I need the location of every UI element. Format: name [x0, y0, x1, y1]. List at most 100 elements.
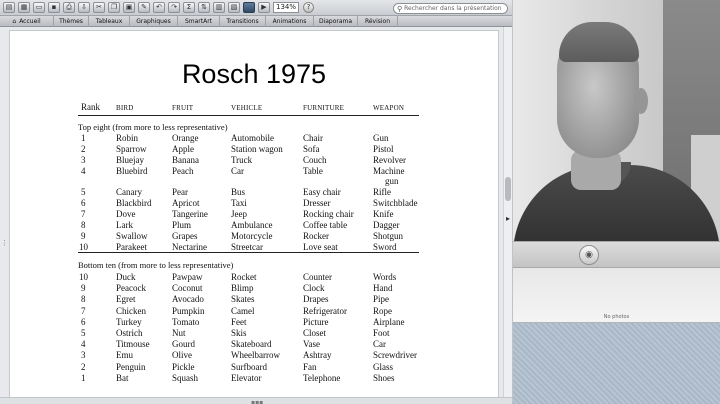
slideshow-icon[interactable]: ▶ — [258, 2, 270, 13]
new-presentation-icon[interactable]: ▤ — [3, 2, 15, 13]
table-cell-bird: Canary — [116, 187, 142, 197]
column-header-weapon: WEAPON — [373, 104, 405, 112]
vertical-scrollbar[interactable] — [503, 27, 512, 397]
table-cell-fruit: Apricot — [172, 198, 200, 208]
bottom-bar: ▪▪▪ — [0, 397, 512, 404]
table-cell-weapon: Gun — [373, 133, 389, 143]
sort-icon[interactable]: ⇅ — [198, 2, 210, 13]
table-cell-rank: 8 — [81, 294, 86, 305]
table-cell-bird: Peacock — [116, 283, 146, 294]
print-icon[interactable]: ⎙ — [63, 2, 75, 13]
home-icon: ⌂ — [12, 18, 17, 25]
table-cell-furniture: Rocking chair — [303, 209, 354, 219]
tab-graphiques[interactable]: Graphiques — [130, 16, 178, 27]
toolbox-icon[interactable]: ▧ — [228, 2, 240, 13]
template-gallery-icon[interactable]: ▦ — [18, 2, 30, 13]
format-painter-icon[interactable]: ✎ — [138, 2, 150, 13]
table-cell-furniture: Drapes — [303, 294, 329, 305]
table-cell-rank: 7 — [81, 209, 86, 219]
cut-icon[interactable]: ✂ — [93, 2, 105, 13]
column-header-rank: Rank — [81, 102, 100, 112]
table-cell-rank: 7 — [81, 305, 86, 316]
undo-icon[interactable]: ↶ — [153, 2, 165, 13]
table-cell-bird: Duck — [116, 272, 136, 282]
table-cell-rank: 1 — [81, 133, 86, 143]
table-cell-weapon: Glass — [373, 361, 393, 372]
table-cell-vehicle: Taxi — [231, 198, 247, 208]
table-cell-weapon: Revolver — [373, 155, 406, 165]
table-cell-bird: Ostrich — [116, 328, 143, 338]
table-cell-weapon: Rope — [373, 305, 392, 316]
table-cell-vehicle: Station wagon — [231, 144, 283, 154]
resize-grip-icon[interactable]: ▪▪▪ — [251, 399, 263, 404]
table-cell-weapon: Knife — [373, 209, 394, 219]
table-cell-rank: 5 — [81, 328, 86, 338]
save-icon[interactable]: ▪ — [48, 2, 60, 13]
table-cell-fruit: Orange — [172, 133, 199, 143]
redo-icon[interactable]: ↷ — [168, 2, 180, 13]
tab-tableaux[interactable]: Tableaux — [89, 16, 130, 27]
table-cell-furniture: Picture — [303, 316, 329, 327]
table-cell-rank: 10 — [79, 272, 88, 282]
table-cell-weapon: Rifle — [373, 187, 391, 197]
search-box[interactable]: ⚲ — [393, 3, 508, 14]
table-cell-fruit: Avocado — [172, 294, 204, 305]
table-cell-rank: 4 — [81, 339, 86, 350]
table-cell-vehicle: Truck — [231, 155, 253, 165]
table-cell-weapon: Foot — [373, 328, 390, 338]
copy-icon[interactable]: ❐ — [108, 2, 120, 13]
open-icon[interactable]: ▭ — [33, 2, 45, 13]
zoom-select[interactable]: 134% — [273, 2, 299, 13]
header-rule — [78, 115, 419, 116]
table-cell-weapon: Airplane — [373, 316, 405, 327]
table-cell-rank: 6 — [81, 198, 86, 208]
table-cell-rank: 4 — [81, 166, 86, 176]
tab-diaporama[interactable]: Diaporama — [314, 16, 358, 27]
pane-resize-handle[interactable]: ⋮ — [1, 239, 8, 249]
tab-animations[interactable]: Animations — [266, 16, 314, 27]
table-cell-rank: 3 — [81, 350, 86, 361]
table-cell-weapon: Screwdriver — [373, 350, 417, 361]
table-cell-rank: 10 — [79, 242, 88, 252]
tab-smartart[interactable]: SmartArt — [178, 16, 220, 27]
paste-icon[interactable]: ▣ — [123, 2, 135, 13]
table-cell-bird: Dove — [116, 209, 136, 219]
table-cell-bird: Egret — [116, 294, 136, 305]
slide-canvas[interactable]: Rosch 1975 Rank BIRD FRUIT VEHICLE FURNITURE… — [9, 30, 499, 404]
search-input[interactable] — [404, 5, 505, 12]
table-cell-fruit: Peach — [172, 166, 194, 176]
table-cell-vehicle: Skateboard — [231, 339, 272, 350]
table-cell-bird: Robin — [116, 133, 139, 143]
table-cell-bird: Swallow — [116, 231, 148, 241]
document-area: ⋮ Rosch 1975 Rank BIRD FRUIT VEHICLE FURNITU… — [0, 27, 512, 404]
split-handle-icon[interactable]: ▸ — [506, 214, 510, 223]
tab-themes[interactable]: Thèmes — [54, 16, 89, 27]
table-cell-furniture: Telephone — [303, 372, 341, 383]
table-cell-bird: Titmouse — [116, 339, 150, 350]
tab-revision[interactable]: Révision — [358, 16, 398, 27]
media-browser-icon[interactable] — [243, 2, 255, 13]
table-cell-rank: 2 — [81, 361, 86, 372]
gallery-icon[interactable]: ▥ — [213, 2, 225, 13]
table-cell-bird: Sparrow — [116, 144, 147, 154]
table-cell-bird: Bluejay — [116, 155, 144, 165]
tab-label: Accueil — [19, 18, 41, 25]
scroll-thumb[interactable] — [505, 177, 511, 201]
import-icon[interactable]: ⇩ — [78, 2, 90, 13]
table-cell-vehicle: Wheelbarrow — [231, 350, 280, 361]
help-icon[interactable]: ? — [303, 2, 314, 13]
tab-transitions[interactable]: Transitions — [220, 16, 266, 27]
tab-accueil[interactable]: ⌂ Accueil — [0, 16, 54, 27]
table-cell-fruit: Nut — [172, 328, 186, 338]
table-cell-fruit: Tomato — [172, 316, 200, 327]
webcam-preview — [513, 0, 720, 241]
camera-icon[interactable]: ◉ — [579, 245, 599, 265]
autosum-icon[interactable]: Σ — [183, 2, 195, 13]
table-cell-furniture: Refrigerator — [303, 305, 347, 316]
table-cell-bird: Blackbird — [116, 198, 152, 208]
table-cell-weapon: Dagger — [373, 220, 400, 230]
table-cell-vehicle: Elevator — [231, 372, 262, 383]
table-cell-furniture: Sofa — [303, 144, 320, 154]
table-cell-rank: 9 — [81, 231, 86, 241]
table-cell-fruit: Pumpkin — [172, 305, 205, 316]
